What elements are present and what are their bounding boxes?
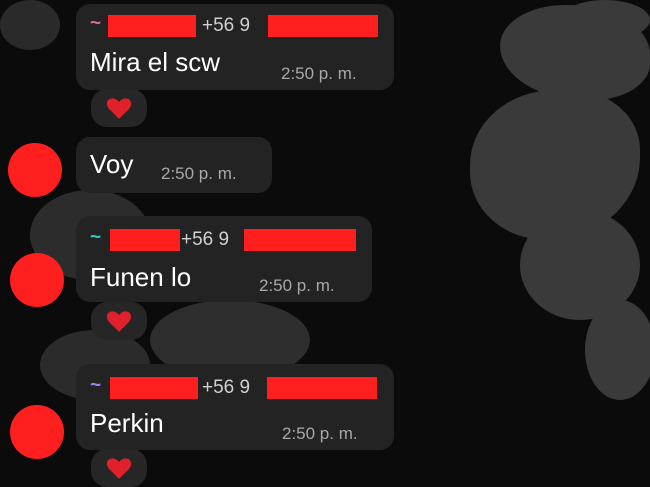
redacted-phone-number	[267, 377, 377, 399]
message-time: 2:50 p. m.	[281, 64, 357, 83]
sender-prefix: ~	[90, 13, 102, 34]
message-bubble[interactable]: Voy 2:50 p. m.	[76, 137, 272, 193]
message-text: Perkin	[90, 408, 164, 438]
message-list[interactable]: ~ +56 9 Mira el scw 2:50 p. m. Voy 2:50 …	[0, 0, 650, 487]
message-time: 2:50 p. m.	[161, 164, 237, 183]
message-reaction[interactable]	[91, 89, 147, 127]
message-time: 2:50 p. m.	[282, 424, 358, 443]
message-text: Voy	[90, 149, 134, 179]
heart-icon	[106, 458, 132, 479]
redacted-sender-name	[108, 15, 196, 37]
sender-phone-prefix: +56 9	[202, 377, 251, 398]
redacted-sender-name	[110, 377, 198, 399]
message-reaction[interactable]	[91, 302, 147, 340]
heart-icon	[106, 311, 132, 332]
message-bubble[interactable]: ~ +56 9 Perkin 2:50 p. m.	[76, 364, 394, 450]
message-bubble[interactable]: ~ +56 9 Funen lo 2:50 p. m.	[76, 216, 372, 302]
message-text: Funen lo	[90, 262, 192, 292]
message-bubble[interactable]: ~ +56 9 Mira el scw 2:50 p. m.	[76, 4, 394, 90]
avatar[interactable]	[10, 253, 64, 307]
message-text: Mira el scw	[90, 47, 221, 77]
heart-icon	[106, 98, 132, 119]
redacted-phone-number	[244, 229, 356, 251]
sender-prefix: ~	[90, 227, 102, 248]
redacted-sender-name	[110, 229, 180, 251]
sender-phone-prefix: +56 9	[181, 229, 230, 250]
sender-phone-prefix: +56 9	[202, 15, 251, 36]
redacted-phone-number	[268, 15, 378, 37]
message-reaction[interactable]	[91, 449, 147, 487]
avatar[interactable]	[8, 143, 62, 197]
sender-prefix: ~	[90, 375, 102, 396]
message-time: 2:50 p. m.	[259, 276, 335, 295]
avatar[interactable]	[10, 405, 64, 459]
